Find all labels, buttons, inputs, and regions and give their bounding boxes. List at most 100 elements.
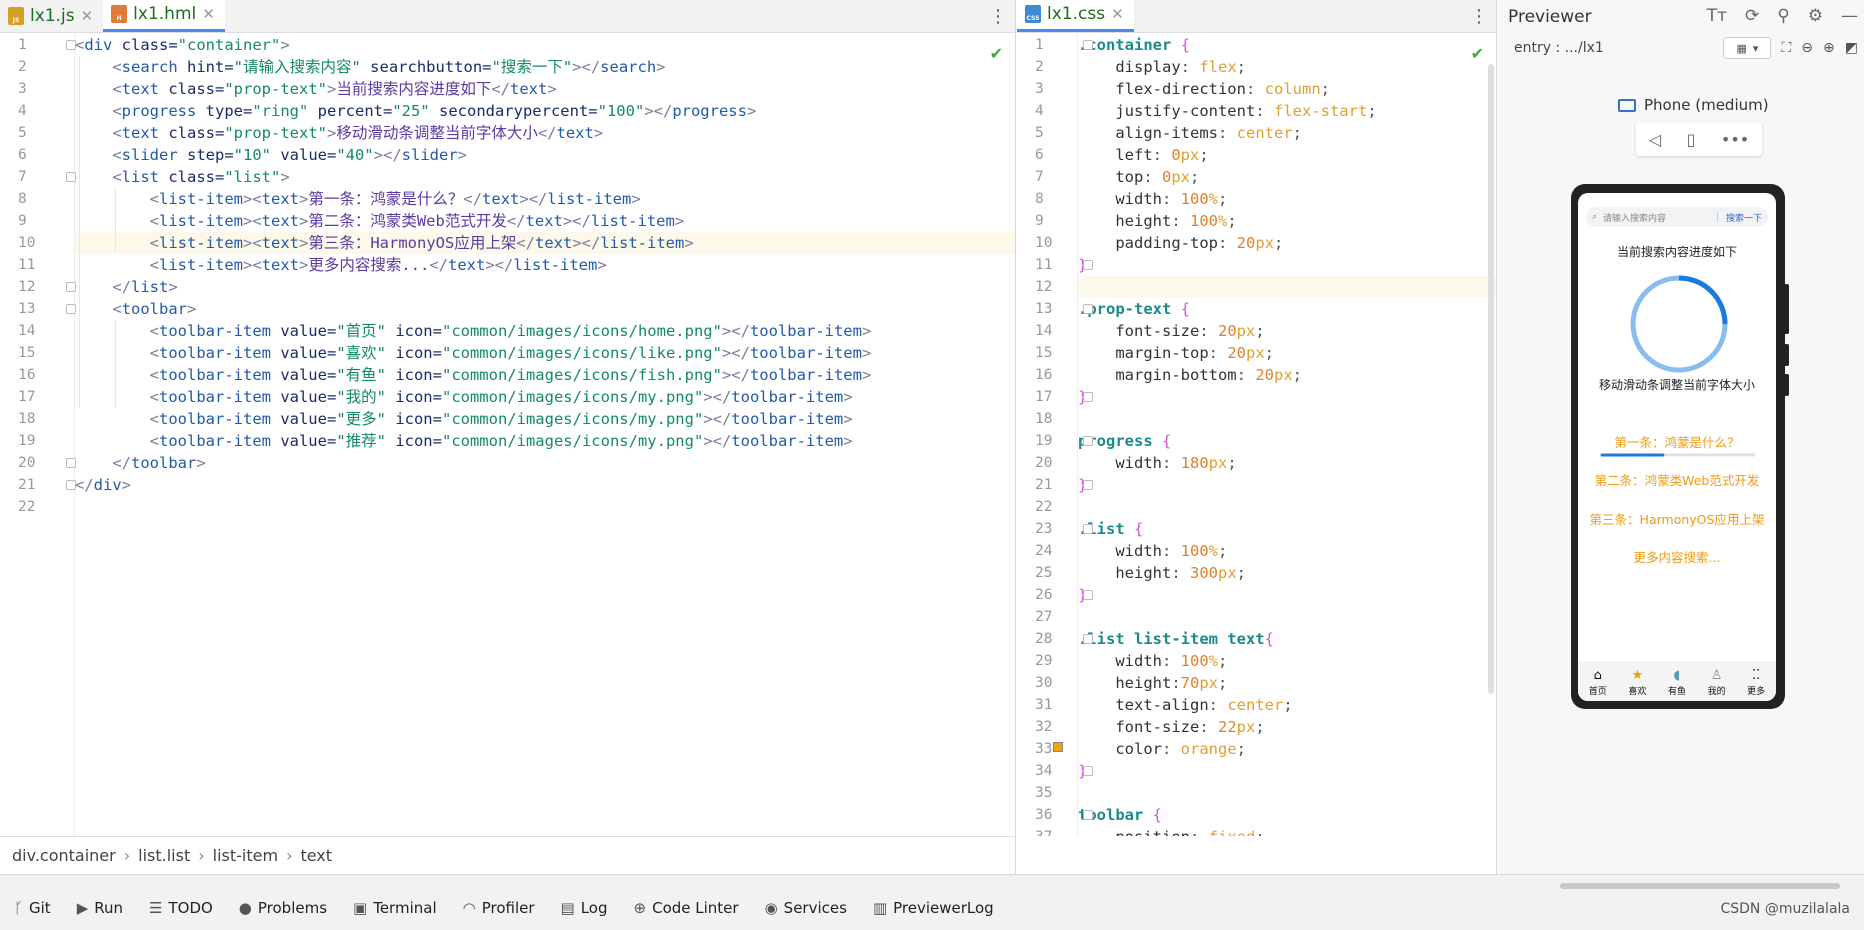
- settings-gear-icon[interactable]: ⚙: [1808, 6, 1823, 26]
- fold-marker-icon[interactable]: [1083, 480, 1093, 490]
- code-line[interactable]: <toolbar-item value="首页" icon="common/im…: [75, 320, 1015, 342]
- code-line[interactable]: margin-bottom: 20px;: [1078, 364, 1496, 386]
- css-code-editor[interactable]: .container { display: flex; flex-directi…: [1017, 34, 1496, 836]
- code-line[interactable]: <text class="prop-text">当前搜索内容进度如下</text…: [75, 78, 1015, 100]
- list-item[interactable]: 更多内容搜索...: [1578, 547, 1776, 566]
- code-line[interactable]: <toolbar-item value="更多" icon="common/im…: [75, 408, 1015, 430]
- tool-button-previewerlog[interactable]: ▥ PreviewerLog: [873, 899, 994, 917]
- fold-marker-icon[interactable]: [66, 40, 76, 50]
- minimize-icon[interactable]: —: [1841, 6, 1858, 26]
- breadcrumb-item[interactable]: list.list: [138, 846, 190, 865]
- tool-button-terminal[interactable]: ▣ Terminal: [353, 899, 437, 917]
- tool-button-run[interactable]: ▶ Run: [77, 899, 123, 917]
- fold-marker-icon[interactable]: [1083, 590, 1093, 600]
- vertical-scrollbar[interactable]: [1488, 64, 1494, 694]
- code-line[interactable]: <div class="container">: [75, 34, 1015, 56]
- close-tab-icon[interactable]: ✕: [202, 5, 215, 23]
- fold-marker-icon[interactable]: [1083, 392, 1093, 402]
- list-item[interactable]: 第三条：HarmonyOS应用上架: [1578, 509, 1776, 528]
- tool-button-code-linter[interactable]: ⊕ Code Linter: [634, 899, 739, 917]
- close-tab-icon[interactable]: ✕: [81, 7, 94, 25]
- fold-marker-icon[interactable]: [66, 458, 76, 468]
- toolbar-item-fish[interactable]: ◖ 有鱼: [1662, 669, 1692, 698]
- list-item[interactable]: 第一条：鸿蒙是什么？: [1578, 432, 1776, 451]
- code-line[interactable]: }: [1078, 474, 1496, 496]
- fold-marker-icon[interactable]: [1083, 436, 1093, 446]
- code-line[interactable]: <list-item><text>第一条：鸿蒙是什么？</text></list…: [75, 188, 1015, 210]
- css-code-area[interactable]: .container { display: flex; flex-directi…: [1077, 34, 1496, 836]
- code-line[interactable]: align-items: center;: [1078, 122, 1496, 144]
- layout-dropdown[interactable]: ▦ ▾: [1723, 37, 1772, 59]
- code-line[interactable]: [1078, 606, 1496, 628]
- code-line[interactable]: progress {: [1078, 430, 1496, 452]
- code-line[interactable]: text-align: center;: [1078, 694, 1496, 716]
- code-line[interactable]: <list-item><text>更多内容搜索...</text></list-…: [75, 254, 1015, 276]
- code-line[interactable]: .list list-item text{: [1078, 628, 1496, 650]
- tool-button-profiler[interactable]: ◠ Profiler: [463, 899, 535, 917]
- code-line[interactable]: <list class="list">: [75, 166, 1015, 188]
- code-line[interactable]: width: 180px;: [1078, 452, 1496, 474]
- font-size-icon[interactable]: Tт: [1707, 6, 1727, 26]
- toolbar-item-home[interactable]: ⌂ 首页: [1583, 669, 1613, 698]
- list-item[interactable]: 第二条：鸿蒙类Web范式开发: [1578, 470, 1776, 489]
- code-line[interactable]: }: [1078, 760, 1496, 782]
- code-line[interactable]: <search hint="请输入搜索内容" searchbutton="搜索一…: [75, 56, 1015, 78]
- rotate-icon[interactable]: ◩: [1845, 40, 1858, 56]
- fold-marker-icon[interactable]: [66, 304, 76, 314]
- code-line[interactable]: justify-content: flex-start;: [1078, 100, 1496, 122]
- zoom-out-icon[interactable]: ⊖: [1801, 40, 1813, 56]
- tool-button-todo[interactable]: ☰ TODO: [149, 899, 213, 917]
- hml-code-area[interactable]: <div class="container"> <search hint="请输…: [74, 34, 1015, 836]
- code-line[interactable]: <slider step="10" value="40"></slider>: [75, 144, 1015, 166]
- fold-marker-icon[interactable]: [1083, 810, 1093, 820]
- search-button[interactable]: 搜索一下: [1726, 211, 1762, 224]
- code-line[interactable]: <toolbar>: [75, 298, 1015, 320]
- code-line[interactable]: width: 100%;: [1078, 650, 1496, 672]
- tab-lx1-css[interactable]: CSS lx1.css ✕: [1017, 0, 1134, 32]
- fold-marker-icon[interactable]: [1083, 260, 1093, 270]
- code-line[interactable]: [1078, 276, 1496, 298]
- code-line[interactable]: margin-top: 20px;: [1078, 342, 1496, 364]
- toolbar-item-more[interactable]: ⁚⁚ 更多: [1741, 669, 1771, 698]
- tab-lx1-js[interactable]: JS lx1.js ✕: [0, 0, 103, 32]
- code-line[interactable]: padding-top: 20px;: [1078, 232, 1496, 254]
- close-tab-icon[interactable]: ✕: [1111, 5, 1124, 23]
- code-line[interactable]: font-size: 22px;: [1078, 716, 1496, 738]
- code-line[interactable]: <progress type="ring" percent="25" secon…: [75, 100, 1015, 122]
- code-line[interactable]: width: 100%;: [1078, 188, 1496, 210]
- toolbar-item-my[interactable]: ♙ 我的: [1702, 669, 1732, 698]
- breadcrumb-item[interactable]: text: [300, 846, 332, 865]
- code-line[interactable]: top: 0px;: [1078, 166, 1496, 188]
- tool-button-git[interactable]: ᚴ Git: [14, 899, 51, 917]
- code-line[interactable]: [1078, 782, 1496, 804]
- toolbar-item-like[interactable]: ★ 喜欢: [1622, 669, 1652, 698]
- code-line[interactable]: }: [1078, 584, 1496, 606]
- refresh-icon[interactable]: ⟳: [1745, 6, 1759, 26]
- code-line[interactable]: height: 100%;: [1078, 210, 1496, 232]
- code-line[interactable]: .list {: [1078, 518, 1496, 540]
- code-line[interactable]: height: 300px;: [1078, 562, 1496, 584]
- more-options-icon[interactable]: •••: [1721, 130, 1749, 149]
- rotate-device-icon[interactable]: ▯: [1687, 130, 1696, 149]
- code-line[interactable]: }: [1078, 386, 1496, 408]
- tab-lx1-hml[interactable]: H lx1.hml ✕: [103, 0, 225, 32]
- horizontal-scrollbar[interactable]: [1560, 883, 1840, 889]
- fold-marker-icon[interactable]: [1083, 524, 1093, 534]
- code-line[interactable]: toolbar {: [1078, 804, 1496, 826]
- code-line[interactable]: color: orange;: [1078, 738, 1496, 760]
- code-line[interactable]: <toolbar-item value="有鱼" icon="common/im…: [75, 364, 1015, 386]
- fold-marker-icon[interactable]: [1083, 634, 1093, 644]
- code-line[interactable]: <toolbar-item value="喜欢" icon="common/im…: [75, 342, 1015, 364]
- code-line[interactable]: <list-item><text>第二条：鸿蒙类Web范式开发</text></…: [75, 210, 1015, 232]
- code-line[interactable]: <toolbar-item value="我的" icon="common/im…: [75, 386, 1015, 408]
- code-line[interactable]: </div>: [75, 474, 1015, 496]
- fit-screen-icon[interactable]: ⛶: [1781, 40, 1791, 56]
- tool-button-problems[interactable]: ● Problems: [239, 899, 327, 917]
- fold-marker-icon[interactable]: [1083, 40, 1093, 50]
- code-line[interactable]: [1078, 496, 1496, 518]
- fold-marker-icon[interactable]: [1083, 766, 1093, 776]
- code-line[interactable]: <text class="prop-text">移动滑动条调整当前字体大小</t…: [75, 122, 1015, 144]
- code-line[interactable]: </toolbar>: [75, 452, 1015, 474]
- code-line[interactable]: }: [1078, 254, 1496, 276]
- tool-button-services[interactable]: ◉ Services: [765, 899, 847, 917]
